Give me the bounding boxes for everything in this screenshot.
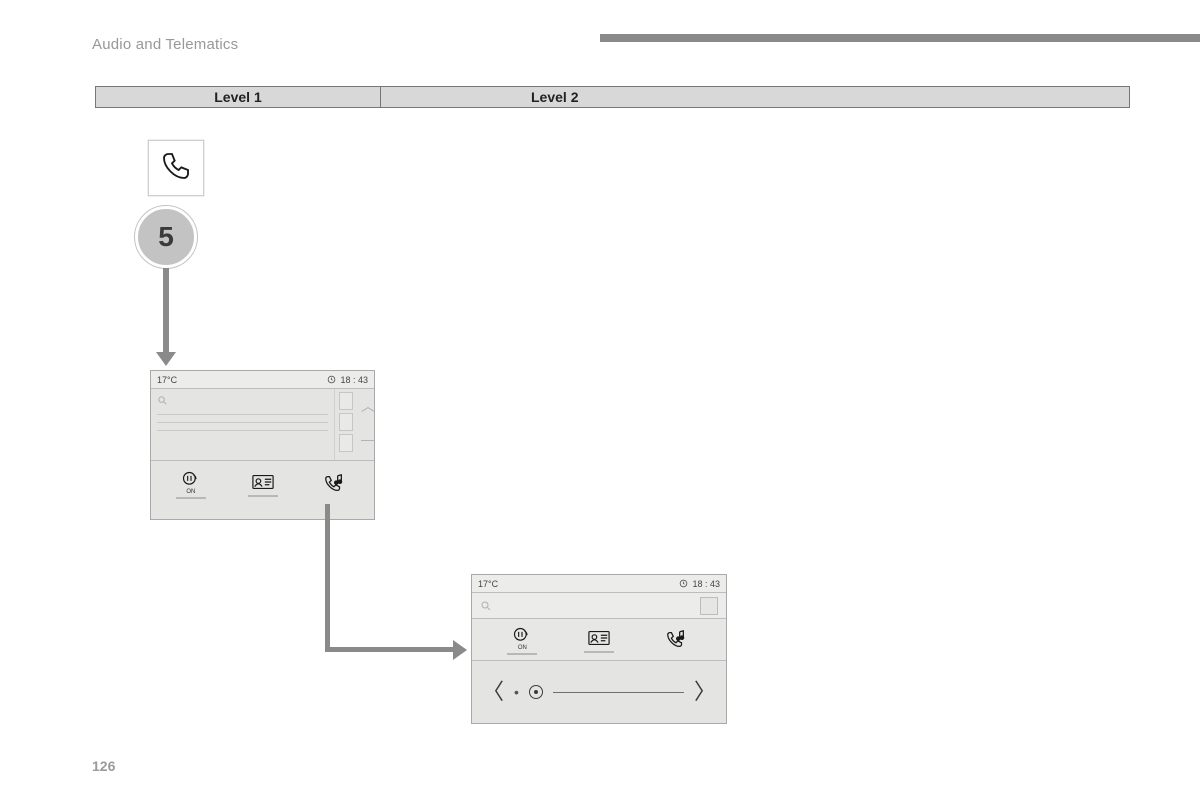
phone-menu-tile[interactable] [148,140,204,196]
screen1-status-bar: 17°C 18 : 43 [151,371,374,389]
flow-arrow-down-1 [163,268,169,354]
chevron-right-icon[interactable]: 〉 [694,681,716,703]
level-header-row: Level 1 Level 2 [95,86,1130,108]
page-number: 126 [92,758,115,774]
screen-level-2: 17°C 18 : 43 ON [471,574,727,724]
screen2-time: 18 : 43 [692,579,720,589]
tab-underline [176,497,206,499]
tab-contacts[interactable] [561,627,638,653]
tab-underline [507,653,537,655]
header-accent-bar [600,34,1200,42]
contact-card-icon [588,627,610,649]
search-icon [480,600,492,612]
flow-connector-vertical [325,504,330,652]
screen1-tab-row: ON [151,461,374,507]
step-number-badge: 5 [135,206,197,268]
tab-ringtone[interactable] [298,473,370,495]
screen1-search-row[interactable] [157,393,328,407]
pause-call-icon [181,469,201,491]
tab-contacts[interactable] [227,471,299,497]
screen1-time: 18 : 43 [340,375,368,385]
screen2-clock: 18 : 43 [679,579,720,589]
tab-call-hold[interactable]: ON [484,625,561,655]
contact-card-icon [252,471,274,493]
phone-icon [160,150,192,187]
screen2-status-bar: 17°C 18 : 43 [472,575,726,593]
step-number-text: 5 [158,221,174,253]
search-icon [157,395,168,406]
clock-icon [679,579,688,588]
checkbox[interactable] [339,413,353,431]
tab-ringtone[interactable] [637,629,714,651]
tab-hold-sub: ON [186,489,195,495]
phone-music-icon [323,473,345,495]
screen2-tab-row: ON [472,619,726,660]
list-item[interactable] [157,422,328,423]
screen2-search-band[interactable] [472,593,726,619]
phone-music-icon [665,629,687,651]
tab-underline [584,651,614,653]
level-header-col1: Level 1 [96,87,381,107]
tab-hold-sub: ON [518,645,527,651]
level-header-col2: Level 2 [381,87,1129,107]
bullet-dot: • [514,684,519,700]
screen-level-1: 17°C 18 : 43 ︿ — [150,370,375,520]
section-title: Audio and Telematics [92,36,238,53]
screen1-bottom: ON [151,461,374,519]
screen2-temperature: 17°C [478,579,498,589]
pause-call-icon [512,625,532,647]
screen1-scroll-column: ︿ — [334,389,374,460]
list-item[interactable] [157,414,328,415]
chevron-left-icon[interactable]: 〈 [482,681,504,703]
flow-arrow-right [325,647,455,652]
screen1-list-left [151,389,334,460]
screen1-temperature: 17°C [157,375,177,385]
list-item[interactable] [157,430,328,431]
target-dot-icon[interactable] [529,685,543,699]
tab-underline [248,495,278,497]
tab-call-hold[interactable]: ON [155,469,227,499]
screen1-clock: 18 : 43 [327,375,368,385]
screen2-tabs-band: ON [472,619,726,661]
screen1-list-area: ︿ — [151,389,374,461]
scroll-buttons: ︿ — [361,389,375,456]
checkbox[interactable] [700,597,718,615]
scroll-thumb: — [361,432,375,446]
screen2-nav-band: 〈 • 〉 [472,661,726,723]
checkbox[interactable] [339,392,353,410]
checkbox[interactable] [339,434,353,452]
nav-track-line [553,692,684,693]
chevron-up-icon[interactable]: ︿ [361,399,375,413]
clock-icon [327,375,336,384]
